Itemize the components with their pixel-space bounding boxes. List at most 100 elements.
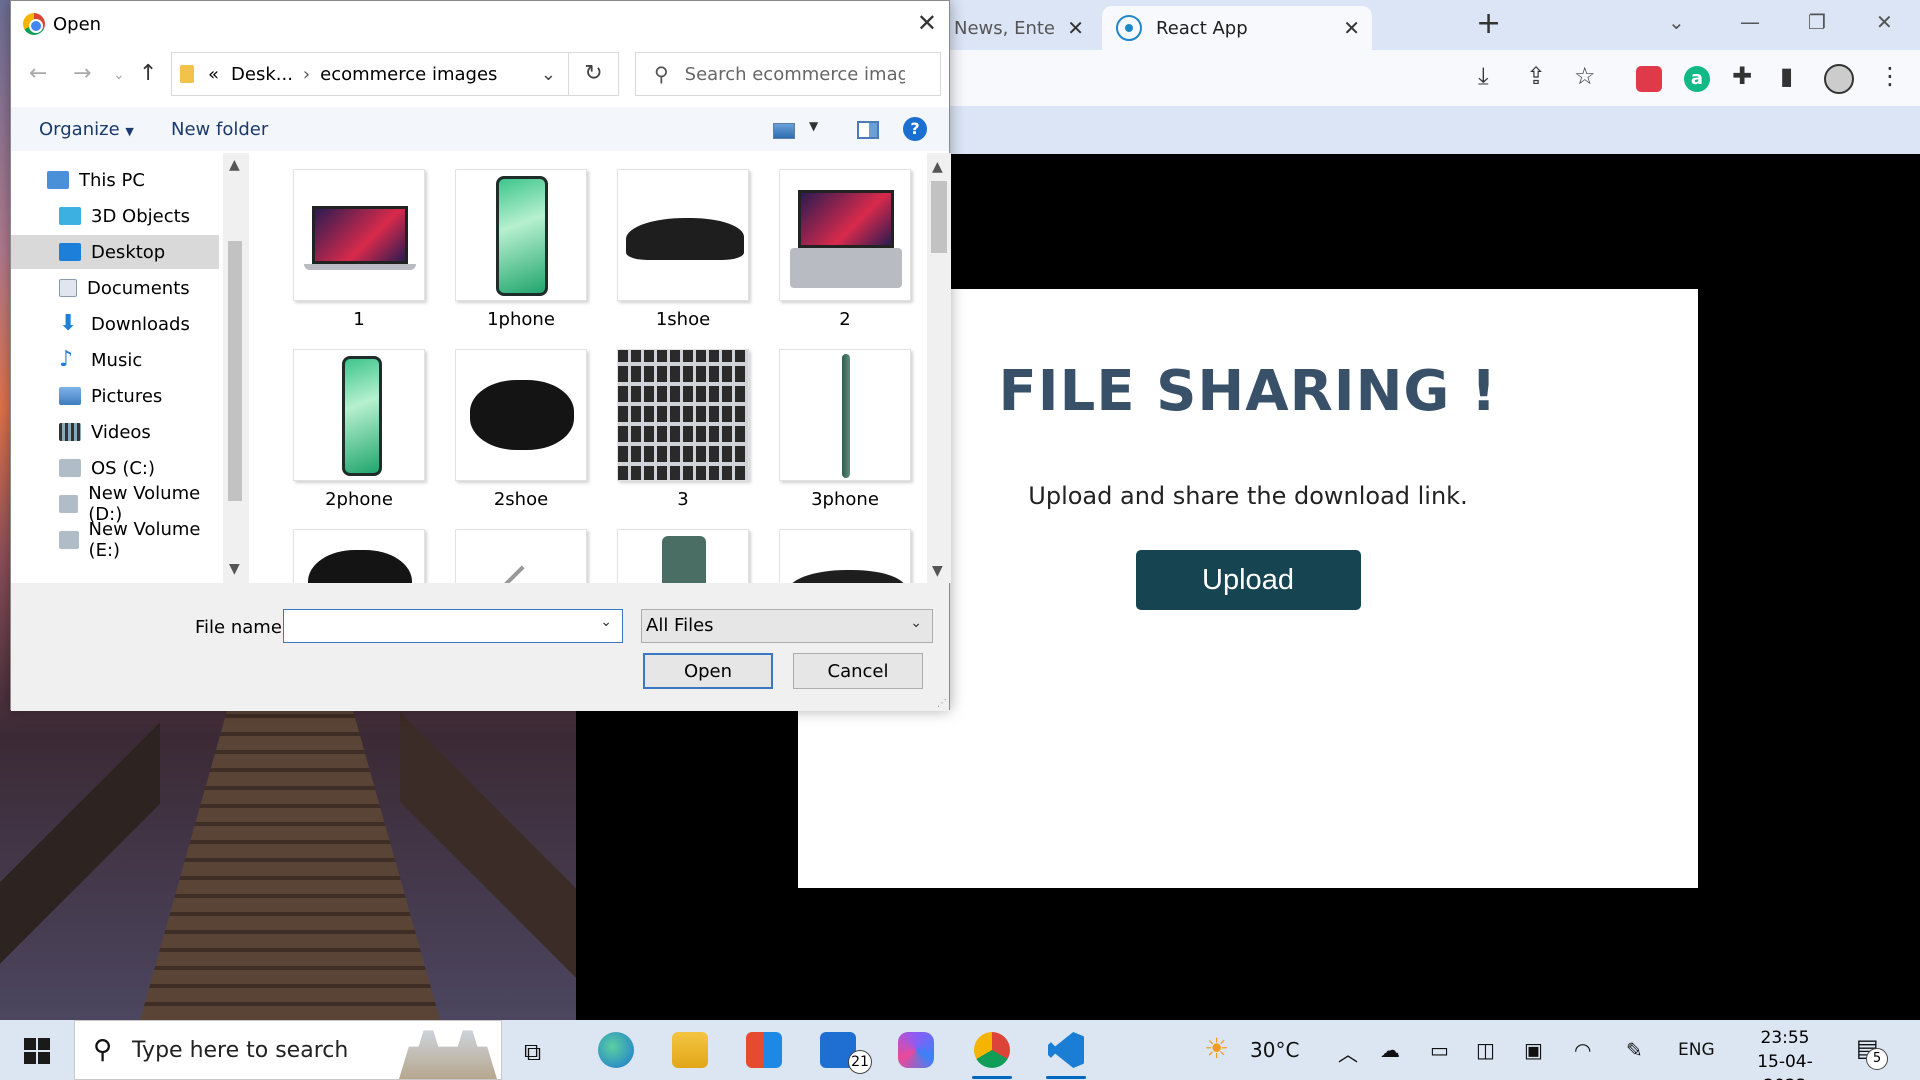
amazon-assistant-icon[interactable]: a xyxy=(1684,66,1710,92)
install-icon[interactable]: ⤓ xyxy=(1478,62,1489,90)
tab-react-close-icon[interactable]: ✕ xyxy=(1343,16,1360,40)
nav-item-this-pc[interactable]: This PC xyxy=(11,163,221,197)
taskbar-search-box[interactable]: ⚲ Type here to search xyxy=(74,1020,502,1080)
window-close-icon[interactable]: ✕ xyxy=(1876,10,1893,34)
new-tab-icon[interactable]: + xyxy=(1476,6,1501,41)
file-item-row3-2[interactable] xyxy=(453,529,589,583)
tab-news-close-icon[interactable]: ✕ xyxy=(1067,16,1084,40)
chrome-taskbar-icon[interactable] xyxy=(974,1032,1010,1068)
clock-date: 15-04-2023 xyxy=(1757,1052,1813,1080)
wifi-icon[interactable]: ◠ xyxy=(1574,1038,1591,1062)
minimize-icon[interactable]: — xyxy=(1740,10,1760,34)
view-dropdown-icon[interactable]: ▼ xyxy=(809,119,818,133)
vscode-icon[interactable] xyxy=(1048,1032,1084,1068)
pen-icon[interactable]: ✎ xyxy=(1626,1038,1643,1062)
file-item-2shoe[interactable]: 2shoe xyxy=(453,349,589,510)
tab-react-app[interactable]: React App ✕ xyxy=(1102,6,1372,50)
onedrive-cloud-icon[interactable]: ☁ xyxy=(1380,1038,1400,1062)
scroll-down-icon[interactable]: ▼ xyxy=(932,563,943,579)
recent-locations-chevron-icon[interactable]: ⌄ xyxy=(113,67,125,83)
nav-item-documents[interactable]: Documents xyxy=(11,271,221,305)
upload-button[interactable]: Upload xyxy=(1135,550,1361,610)
organize-button[interactable]: Organize ▼ xyxy=(39,119,134,140)
nav-item-downloads[interactable]: ⬇ Downloads xyxy=(11,307,221,341)
pocket-extension-icon[interactable] xyxy=(1636,66,1662,92)
breadcrumb-parent[interactable]: Desk... xyxy=(231,64,293,85)
edge-icon[interactable] xyxy=(598,1032,634,1068)
file-name-input[interactable]: ⌄ xyxy=(283,609,623,643)
chrome-icon xyxy=(23,13,45,35)
windows-start-icon[interactable] xyxy=(24,1038,50,1064)
nav-item-label: OS (C:) xyxy=(91,457,155,479)
taskbar-search-placeholder: Type here to search xyxy=(132,1037,349,1063)
forward-arrow-icon[interactable]: → xyxy=(73,61,91,86)
file-grid-scrollbar[interactable]: ▲ ▼ xyxy=(927,153,951,583)
nav-item-volume-e[interactable]: New Volume (E:) xyxy=(11,519,221,561)
show-hidden-icons-chevron-icon[interactable]: ︿ xyxy=(1338,1038,1358,1067)
file-item-row3-3[interactable] xyxy=(615,529,751,583)
nav-item-music[interactable]: ♪ Music xyxy=(11,343,221,377)
nav-pane-scrollbar[interactable]: ▲ ▼ xyxy=(223,153,249,583)
nav-item-volume-d[interactable]: New Volume (D:) xyxy=(11,483,221,525)
file-item-1shoe[interactable]: 1shoe xyxy=(615,169,751,330)
system-clock[interactable]: 23:55 15-04-2023 xyxy=(1740,1026,1830,1080)
language-indicator[interactable]: ENG xyxy=(1678,1040,1715,1060)
scroll-up-icon[interactable]: ▲ xyxy=(229,157,240,173)
file-item-3phone[interactable]: 3phone xyxy=(777,349,913,510)
nav-item-videos[interactable]: Videos xyxy=(11,415,221,449)
scrollbar-thumb[interactable] xyxy=(228,241,242,501)
drive-icon xyxy=(59,495,79,513)
microsoft-store-icon[interactable] xyxy=(746,1032,782,1068)
preview-pane-icon[interactable] xyxy=(857,121,879,139)
refresh-icon[interactable]: ↻ xyxy=(569,52,619,96)
screen-icon[interactable]: ▣ xyxy=(1524,1038,1543,1062)
back-arrow-icon[interactable]: ← xyxy=(29,61,47,86)
file-item-3[interactable]: 3 xyxy=(615,349,751,510)
file-explorer-icon[interactable] xyxy=(672,1032,708,1068)
task-view-icon[interactable]: ⧉ xyxy=(524,1038,541,1066)
nav-item-pictures[interactable]: Pictures xyxy=(11,379,221,413)
side-panel-icon[interactable]: ▮ xyxy=(1780,62,1793,90)
address-dropdown-icon[interactable]: ⌄ xyxy=(541,64,556,85)
restore-icon[interactable]: ❐ xyxy=(1808,10,1826,34)
share-icon[interactable]: ⇪ xyxy=(1526,62,1546,90)
scrollbar-thumb[interactable] xyxy=(931,181,947,253)
meet-now-icon[interactable]: ◫ xyxy=(1476,1038,1495,1062)
file-item-1[interactable]: 1 xyxy=(291,169,427,330)
nav-item-os-c[interactable]: OS (C:) xyxy=(11,451,221,485)
address-bar[interactable]: « Desk... › ecommerce images ⌄ xyxy=(171,52,569,96)
folder-search-input[interactable] xyxy=(684,63,905,85)
profile-avatar[interactable] xyxy=(1824,64,1854,94)
weather-temperature[interactable]: 30°C xyxy=(1250,1038,1299,1062)
scroll-up-icon[interactable]: ▲ xyxy=(932,159,943,175)
nav-item-desktop[interactable]: Desktop xyxy=(11,235,219,269)
scroll-down-icon[interactable]: ▼ xyxy=(229,561,240,577)
file-item-2[interactable]: 2 xyxy=(777,169,913,330)
dialog-close-icon[interactable]: ✕ xyxy=(917,9,937,37)
menu-dots-icon[interactable]: ⋮ xyxy=(1878,62,1902,90)
folder-search-box[interactable]: ⚲ xyxy=(635,52,941,96)
help-icon[interactable]: ? xyxy=(903,117,927,141)
nav-item-3d-objects[interactable]: 3D Objects xyxy=(11,199,221,233)
bookmark-star-icon[interactable]: ☆ xyxy=(1574,62,1596,90)
extensions-puzzle-icon[interactable]: ✚ xyxy=(1732,62,1752,90)
file-name-dropdown-icon[interactable]: ⌄ xyxy=(600,614,612,630)
microsoft-365-icon[interactable] xyxy=(898,1032,934,1068)
tab-search-chevron-icon[interactable]: ⌄ xyxy=(1668,10,1685,34)
open-button[interactable]: Open xyxy=(643,653,773,689)
cancel-button[interactable]: Cancel xyxy=(793,653,923,689)
react-logo-icon xyxy=(1116,15,1142,41)
resize-grip-icon[interactable]: ⋰ xyxy=(937,698,947,709)
change-view-icon[interactable] xyxy=(773,123,795,139)
file-item-1phone[interactable]: 1phone xyxy=(453,169,589,330)
tab-news[interactable]: News, Ente ✕ xyxy=(954,6,1084,50)
breadcrumb-current[interactable]: ecommerce images xyxy=(320,64,497,85)
new-folder-button[interactable]: New folder xyxy=(171,119,268,140)
file-item-row3-1[interactable] xyxy=(291,529,427,583)
battery-icon[interactable]: ▭ xyxy=(1430,1038,1449,1062)
file-item-2phone[interactable]: 2phone xyxy=(291,349,427,510)
file-item-row3-4[interactable] xyxy=(777,529,913,583)
file-type-select[interactable]: All Files ⌄ xyxy=(641,609,933,643)
up-arrow-icon[interactable]: ↑ xyxy=(139,61,157,86)
weather-sun-icon[interactable]: ☀ xyxy=(1204,1032,1229,1065)
